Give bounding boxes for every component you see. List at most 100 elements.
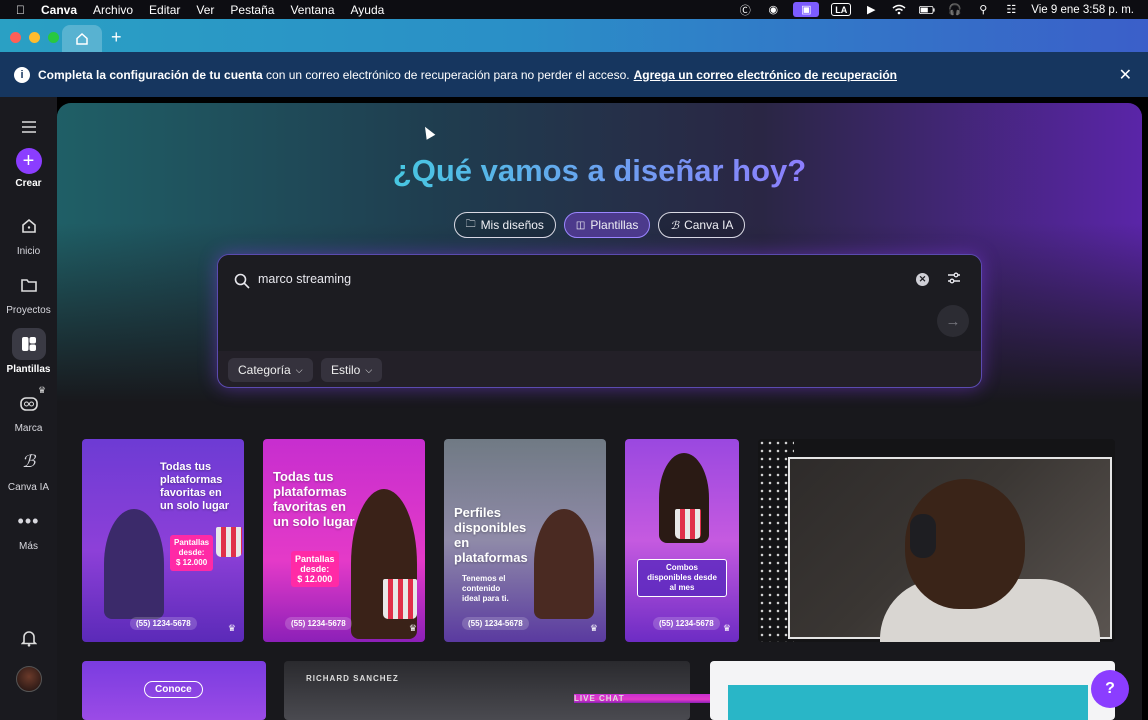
template-card[interactable]: Todas tus plataformas favoritas en un so… [263,439,425,642]
pill-mis-disenos[interactable]: 🗀 Mis diseños [453,212,556,238]
zoom-window-button[interactable] [48,32,59,43]
template-card[interactable]: Combos disponibles desde al mes (55) 123… [625,439,739,642]
premium-crown-icon: ♛ [227,623,236,633]
sidebar-item-plantillas[interactable]: Plantillas [0,328,57,375]
template-title: RICHARD SANCHEZ [306,674,399,683]
input-source-indicator[interactable]: LA [831,3,852,16]
menu-editar[interactable]: Editar [149,3,180,17]
bell-icon [12,622,46,654]
play-icon[interactable]: ▶ [863,4,879,16]
sidebar-item-label: Plantillas [6,364,51,375]
control-center-icon[interactable]: ☷ [1003,4,1019,16]
sidebar-item-proyectos[interactable]: Proyectos [0,269,57,316]
template-price-badge: Combos disponibles desde al mes [637,559,727,597]
menu-toggle-button[interactable] [0,111,57,147]
screen-mirror-icon[interactable]: ▣ [793,2,820,17]
info-icon: i [14,66,30,83]
pill-canva-ia[interactable]: ℬ Canva IA [658,212,746,238]
premium-crown-icon: ♛ [38,385,47,395]
window-titlebar: + [0,19,1148,52]
search-input[interactable]: marco streaming [258,272,351,286]
popcorn-graphic [383,579,417,619]
home-icon [76,32,88,45]
chevron-down-icon: ⌵ [295,364,303,375]
minimize-window-button[interactable] [29,32,40,43]
template-card[interactable] [710,661,1115,720]
status-globe-icon[interactable]: ◉ [765,4,781,16]
menu-archivo[interactable]: Archivo [93,3,133,17]
canva-ai-icon: ℬ [21,452,36,472]
pill-label: Mis diseños [480,218,544,232]
main-panel: ¿Qué vamos a diseñar hoy? 🗀 Mis diseños … [57,103,1142,720]
status-c-icon[interactable]: Ⓒ [737,4,753,17]
sidebar-item-label: Inicio [16,246,41,257]
pill-plantillas[interactable]: ◫ Plantillas [563,212,651,238]
dropdown-label: Estilo [331,363,361,377]
folder-icon: 🗀 [465,218,476,230]
battery-icon[interactable] [919,4,935,16]
folder-icon [12,269,46,301]
hamburger-icon [12,111,46,143]
new-tab-button[interactable]: + [111,28,122,46]
templates-icon [11,328,46,360]
tab-home[interactable] [62,25,102,52]
template-card[interactable]: Todas tus plataformas favoritas en un so… [82,439,244,642]
template-title: Todas tus plataformas favoritas en un so… [273,469,355,529]
sidebar-item-marca[interactable]: ♛ Marca [0,385,57,434]
menubar-clock[interactable]: Vie 9 ene 3:58 p. m. [1031,4,1134,16]
sidebar-item-mas[interactable]: ••• Más [0,505,57,553]
add-recovery-email-link[interactable]: Agrega un correo electrónico de recupera… [634,68,897,82]
plus-icon: + [15,148,42,174]
recovery-email-banner: i Completa la configuración de tu cuenta… [0,52,1148,97]
template-preview [728,685,1088,720]
sidebar-item-inicio[interactable]: Inicio [0,210,57,257]
template-title: Todas tus plataformas favoritas en un so… [160,461,230,512]
account-avatar-button[interactable] [0,666,57,696]
sidebar-item-canva-ia[interactable]: ℬ Canva IA [0,446,57,493]
banner-bold-text: Completa la configuración de tu cuenta [38,67,263,82]
close-icon[interactable]: ✕ [1119,65,1132,85]
menu-ayuda[interactable]: Ayuda [351,3,385,17]
template-phone: (55) 1234-5678 [285,617,352,630]
menu-app-name[interactable]: Canva [41,3,77,17]
template-phone: (55) 1234-5678 [653,617,720,630]
wifi-icon[interactable] [891,4,907,16]
close-window-button[interactable] [10,32,21,43]
clear-search-icon[interactable]: ✕ [916,273,929,286]
create-button[interactable]: + Crear [0,148,57,189]
spotlight-search-icon[interactable]: ⚲ [975,4,991,16]
premium-crown-icon: ♛ [722,623,731,633]
notifications-button[interactable] [0,622,57,658]
help-button[interactable]: ? [1091,670,1129,708]
template-price-badge: Pantallas desde: $ 12.000 [170,535,214,571]
template-card[interactable]: Conoce [82,661,266,720]
search-icon [234,273,250,294]
template-phone: (55) 1234-5678 [462,617,529,630]
sidebar-item-label: Marca [14,423,43,434]
pill-label: Canva IA [684,218,734,232]
premium-crown-icon: ♛ [589,623,598,633]
template-title: Perfiles disponibles en plataformas [454,505,528,565]
menu-ventana[interactable]: Ventana [290,3,334,17]
headphones-icon[interactable]: 🎧 [947,4,963,16]
popcorn-graphic [675,509,701,539]
template-card[interactable]: RICHARD SANCHEZ LIVE CHAT [284,661,736,720]
apple-icon[interactable]:  [16,3,25,17]
template-price-badge: Pantallas desde: $ 12.000 [291,551,339,587]
chevron-down-icon: ⌵ [365,364,373,375]
template-phone: (55) 1234-5678 [130,617,197,630]
menu-ver[interactable]: Ver [196,3,214,17]
search-box[interactable]: marco streaming ✕ → [218,255,981,351]
home-icon [12,210,46,242]
filter-sliders-icon[interactable] [947,271,961,290]
submit-search-button[interactable]: → [937,305,969,337]
headphones-graphic [910,514,936,558]
style-dropdown[interactable]: Estilo ⌵ [321,358,383,382]
category-dropdown[interactable]: Categoría ⌵ [228,358,313,382]
sidebar-item-label: Más [19,541,38,552]
menu-pestana[interactable]: Pestaña [230,3,274,17]
webcam-overlay-video [758,439,1115,642]
macos-menubar:  Canva Archivo Editar Ver Pestaña Venta… [0,0,1148,19]
create-label: Crear [15,178,42,189]
template-card[interactable]: Perfiles disponibles en plataformas Tene… [444,439,606,642]
